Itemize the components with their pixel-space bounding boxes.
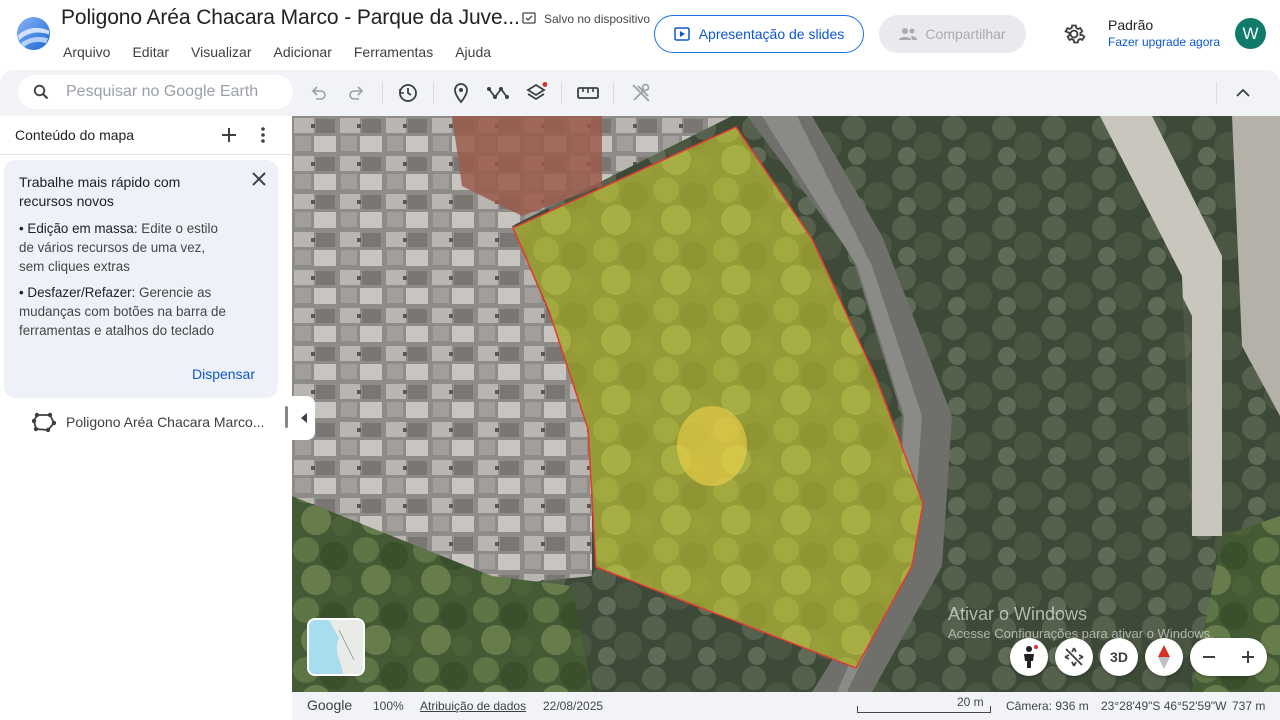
slideshow-label: Apresentação de slides — [698, 26, 845, 42]
profile-name: Padrão — [1108, 17, 1154, 33]
menu-bar: Arquivo Editar Visualizar Adicionar Ferr… — [52, 42, 502, 62]
satellite-imagery — [292, 116, 1280, 692]
camera-altitude: Câmera: 936 m — [1006, 699, 1089, 713]
google-brand: Google — [307, 697, 353, 713]
layers-icon[interactable] — [524, 81, 548, 105]
toolbar-divider — [613, 82, 614, 104]
close-icon[interactable] — [248, 168, 270, 190]
panel-divider — [0, 154, 292, 155]
share-label: Compartilhar — [925, 26, 1006, 42]
feature-label: Poligono Aréa Chacara Marco... — [66, 414, 265, 430]
toolbar-divider — [561, 82, 562, 104]
menu-adicionar[interactable]: Adicionar — [262, 42, 342, 62]
dismiss-button[interactable]: Dispensar — [192, 366, 255, 382]
settings-gear-icon[interactable] — [1062, 22, 1086, 46]
search-icon — [33, 84, 49, 100]
new-features-tip-card: Trabalhe mais rápido com recursos novos … — [4, 160, 278, 398]
zoom-percent: 100% — [373, 699, 404, 713]
tip-item-bulk-edit: • Edição em massa: Edite o estilo de vár… — [19, 219, 231, 276]
history-icon[interactable] — [396, 81, 420, 105]
google-earth-logo-icon[interactable] — [16, 16, 51, 51]
search-input[interactable] — [66, 83, 286, 101]
polygon-icon — [32, 412, 56, 432]
redo-icon[interactable] — [344, 81, 368, 105]
share-button[interactable]: Compartilhar — [879, 15, 1026, 53]
collapse-up-icon[interactable] — [1231, 81, 1255, 105]
elevation: 737 m — [1232, 699, 1266, 713]
feature-list-item[interactable]: Poligono Aréa Chacara Marco... — [32, 412, 264, 432]
menu-visualizar[interactable]: Visualizar — [180, 42, 262, 62]
collapse-panel-button[interactable] — [292, 396, 315, 440]
menu-ajuda[interactable]: Ajuda — [444, 42, 502, 62]
street-view-button[interactable] — [1010, 638, 1048, 676]
slideshow-icon — [673, 27, 690, 41]
more-vert-icon[interactable] — [252, 124, 274, 146]
tip-item-bulk-edit-bold: • Edição em massa: — [19, 221, 138, 236]
toolbar-divider — [382, 82, 383, 104]
tip-item-undo-redo: • Desfazer/Refazer: Gerencie as mudanças… — [19, 283, 231, 340]
zoom-out-icon[interactable] — [1201, 649, 1217, 665]
minimap-thumbnail[interactable] — [307, 618, 365, 676]
placemark-icon[interactable] — [449, 81, 473, 105]
tip-item-undo-redo-bold: • Desfazer/Refazer: — [19, 285, 136, 300]
panel-resize-handle[interactable] — [285, 406, 288, 428]
map-content-panel: Conteúdo do mapa Trabalhe mais rápido co… — [0, 116, 292, 720]
profile-info[interactable]: Padrão Fazer upgrade agora — [1108, 17, 1220, 49]
menu-ferramentas[interactable]: Ferramentas — [343, 42, 444, 62]
windows-activation-title: Ativar o Windows — [948, 604, 1088, 624]
minimap-icon — [309, 620, 363, 674]
search-box[interactable] — [18, 75, 293, 109]
undo-icon[interactable] — [307, 81, 331, 105]
save-status-text: Salvo no dispositivo — [544, 12, 651, 26]
toolbar-divider — [433, 82, 434, 104]
toolbar — [0, 70, 1280, 116]
orientation-off-icon — [1064, 647, 1084, 667]
slideshow-button[interactable]: Apresentação de slides — [654, 15, 864, 53]
ruler-icon[interactable] — [576, 81, 600, 105]
save-status: Salvo no dispositivo — [521, 11, 650, 27]
toggle-3d-button[interactable]: 3D — [1100, 638, 1138, 676]
saved-device-icon — [522, 12, 536, 24]
toolbar-divider — [1216, 82, 1217, 104]
chevron-left-icon — [300, 413, 307, 423]
path-icon[interactable] — [486, 81, 510, 105]
scale-bar — [857, 706, 991, 713]
pegman-icon — [1024, 645, 1038, 668]
share-people-icon — [899, 28, 918, 40]
upgrade-link[interactable]: Fazer upgrade agora — [1108, 35, 1220, 49]
tools-off-icon[interactable] — [629, 81, 653, 105]
compass-needle-icon — [1158, 645, 1170, 669]
document-title[interactable]: Poligono Aréa Chacara Marco - Parque da … — [61, 6, 520, 30]
compass-off-button[interactable] — [1055, 638, 1093, 676]
app-header: Poligono Aréa Chacara Marco - Parque da … — [0, 0, 1280, 70]
compass-button[interactable] — [1145, 638, 1183, 676]
map-viewport[interactable]: Ativar o Windows Acesse Configurações pa… — [292, 116, 1280, 692]
zoom-in-icon[interactable] — [1240, 649, 1256, 665]
tip-title: Trabalhe mais rápido com recursos novos — [19, 174, 181, 209]
imagery-date: 22/08/2025 — [543, 699, 604, 713]
panel-title: Conteúdo do mapa — [15, 127, 135, 143]
add-icon[interactable] — [218, 124, 240, 146]
zoom-controls — [1190, 638, 1267, 676]
status-bar: Google 100% Atribuição de dados 22/08/20… — [292, 692, 1280, 720]
menu-arquivo[interactable]: Arquivo — [52, 42, 121, 62]
data-attribution-link[interactable]: Atribuição de dados — [420, 699, 526, 713]
avatar[interactable]: W — [1235, 18, 1266, 49]
coordinates: 23°28'49"S 46°52'59"W — [1101, 699, 1227, 713]
menu-editar[interactable]: Editar — [121, 42, 180, 62]
